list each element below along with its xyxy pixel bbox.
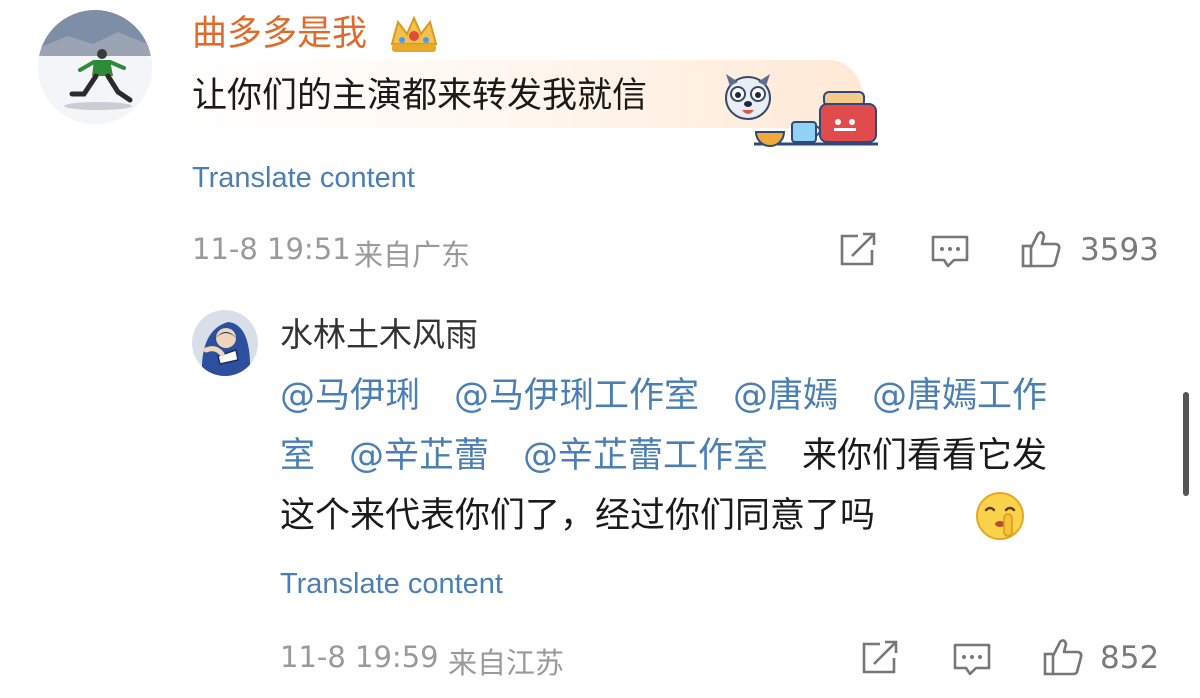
- shushing-face-emoji: [974, 490, 1026, 542]
- mention-link[interactable]: @马伊琍: [280, 376, 420, 416]
- repost-icon[interactable]: [838, 232, 878, 268]
- like-count: 3593: [1080, 232, 1159, 268]
- translate-content-link[interactable]: Translate content: [192, 162, 415, 195]
- reply-text: 来你们看看它发: [802, 436, 1048, 476]
- reply-timestamp: 11-8 19:59: [280, 640, 439, 674]
- repost-icon[interactable]: [860, 640, 900, 676]
- commenter-avatar[interactable]: [38, 10, 152, 124]
- mention-link[interactable]: @唐嫣工作: [872, 376, 1047, 416]
- commenter-username[interactable]: 曲多多是我: [192, 10, 367, 58]
- reply-translate-content-link[interactable]: Translate content: [280, 568, 503, 601]
- mention-link[interactable]: @辛芷蕾工作室: [523, 436, 768, 476]
- like-icon[interactable]: [1042, 636, 1084, 678]
- comment-icon[interactable]: [930, 234, 970, 270]
- replier-username[interactable]: 水林土木风雨: [280, 312, 478, 358]
- breakfast-toaster-decoration: [752, 88, 880, 150]
- like-icon[interactable]: [1020, 228, 1062, 270]
- reply-location: 来自江苏: [448, 646, 565, 680]
- reply-text-line-2: 室 @辛芷蕾 @辛芷蕾工作室 来你们看看它发: [280, 426, 1047, 486]
- comment-text: 让你们的主演都来转发我就信: [192, 76, 648, 116]
- comment-location: 来自广东: [354, 238, 471, 272]
- replier-avatar[interactable]: [192, 310, 258, 376]
- reply-text-line-3: 这个来代表你们了，经过你们同意了吗: [280, 486, 875, 546]
- reply-text: 这个来代表你们了，经过你们同意了吗: [280, 496, 876, 536]
- scrollbar[interactable]: [1183, 392, 1189, 496]
- crown-badge-icon: [388, 14, 440, 56]
- mention-link[interactable]: @辛芷蕾: [349, 436, 489, 476]
- reply-text-line-1: @马伊琍 @马伊琍工作室 @唐嫣 @唐嫣工作: [280, 366, 1047, 426]
- comment-timestamp: 11-8 19:51: [192, 232, 351, 266]
- mention-link[interactable]: 室: [280, 436, 315, 476]
- comment-icon[interactable]: [952, 642, 992, 678]
- mention-link[interactable]: @马伊琍工作室: [454, 376, 699, 416]
- mention-link[interactable]: @唐嫣: [733, 376, 838, 416]
- reply-like-count: 852: [1100, 640, 1160, 676]
